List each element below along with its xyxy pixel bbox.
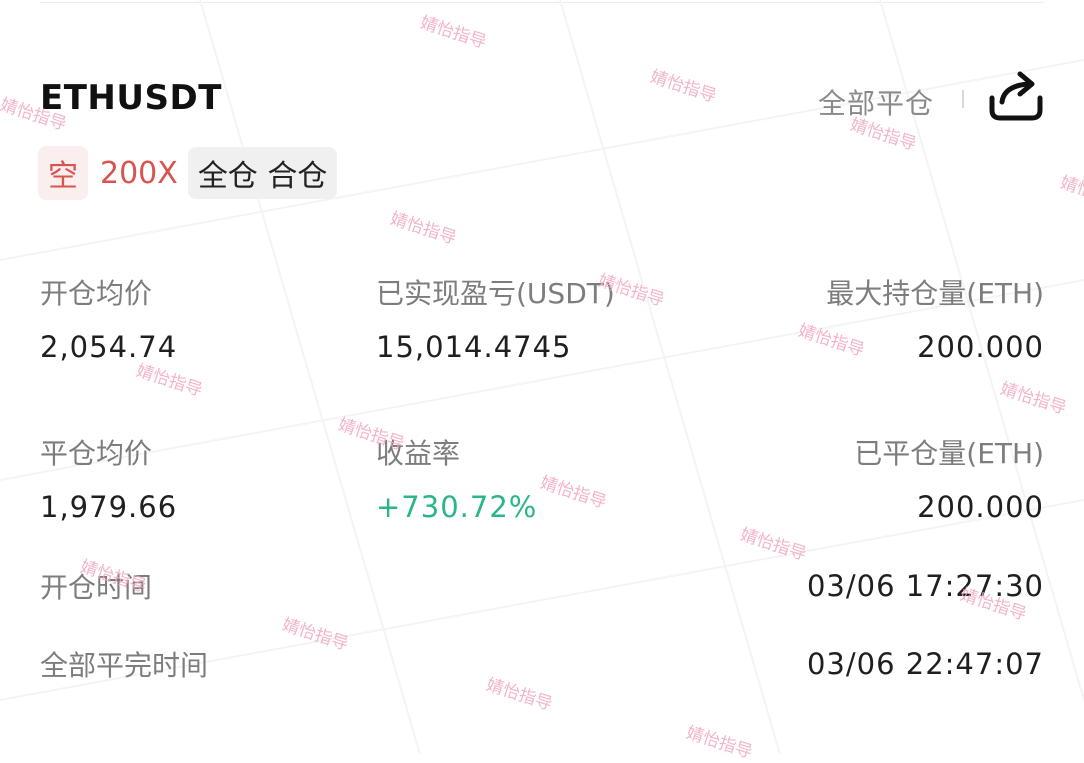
- stat-label: 开仓均价: [40, 277, 153, 310]
- watermark-text: 婧怡指导: [1057, 172, 1084, 213]
- leverage-label: 200X: [100, 155, 178, 191]
- close-all-button[interactable]: 全部平仓: [818, 82, 934, 122]
- header-separator: [962, 90, 964, 108]
- stat-label: 收益率: [376, 437, 461, 470]
- close-time-row: 全部平完时间 03/06 22:47:07: [40, 644, 1044, 684]
- time-value: 03/06 22:47:07: [806, 647, 1044, 681]
- stat-label: 最大持仓量(ETH): [826, 277, 1044, 310]
- stat-close-avg-price: 平仓均价 1,979.66: [40, 432, 177, 524]
- time-label: 全部平完时间: [40, 649, 209, 682]
- watermark-text: 婧怡指导: [537, 472, 609, 513]
- stat-open-avg-price: 开仓均价 2,054.74: [40, 272, 177, 364]
- watermark-text: 婧怡指导: [683, 722, 755, 763]
- watermark-text: 婧怡指导: [417, 12, 489, 53]
- watermark-text: 婧怡指导: [647, 66, 719, 107]
- time-value: 03/06 17:27:30: [806, 569, 1044, 603]
- watermark-text: 婧怡指导: [387, 208, 459, 249]
- symbol-title: ETHUSDT: [40, 78, 222, 118]
- stat-return-rate: 收益率 +730.72%: [376, 432, 537, 524]
- stat-value: 15,014.4745: [376, 330, 572, 364]
- stat-label: 平仓均价: [40, 437, 153, 470]
- stat-value: 200.000: [917, 490, 1044, 524]
- stat-closed-quantity: 已平仓量(ETH) 200.000: [854, 432, 1044, 524]
- stat-max-position: 最大持仓量(ETH) 200.000: [826, 272, 1044, 364]
- position-tags: 空 200X 全仓 合仓: [38, 146, 338, 200]
- stat-value: +730.72%: [376, 490, 538, 524]
- stat-label: 已实现盈亏(USDT): [376, 277, 615, 310]
- time-label: 开仓时间: [40, 571, 153, 604]
- watermark-text: 婧怡指导: [737, 524, 809, 565]
- watermark-text: 婧怡指导: [997, 378, 1069, 419]
- share-icon[interactable]: [988, 70, 1044, 122]
- stat-realized-pnl: 已实现盈亏(USDT) 15,014.4745: [376, 272, 615, 364]
- open-time-row: 开仓时间 03/06 17:27:30: [40, 566, 1044, 606]
- stat-value: 2,054.74: [40, 330, 178, 364]
- side-badge: 空: [38, 146, 88, 200]
- stat-value: 200.000: [917, 330, 1044, 364]
- stat-label: 已平仓量(ETH): [854, 437, 1044, 470]
- stat-value: 1,979.66: [40, 490, 178, 524]
- margin-mode-badge: 全仓 合仓: [187, 147, 338, 199]
- top-divider: [40, 2, 1044, 3]
